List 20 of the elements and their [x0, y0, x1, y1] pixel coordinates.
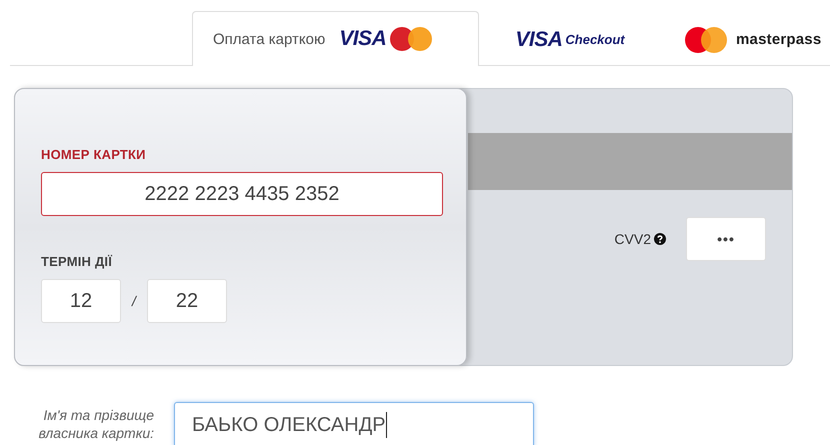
- month-field[interactable]: 12: [41, 279, 121, 323]
- payment-tab[interactable]: VISA Checkout: [479, 12, 661, 66]
- separator: /: [131, 293, 137, 309]
- payment-tab[interactable]: Оплата карткою VISA: [192, 11, 479, 66]
- payment-tab[interactable]: masterpass: [661, 12, 822, 66]
- card-number-field[interactable]: 2222 2223 4435 2352: [41, 172, 443, 216]
- visa-logo: VISA: [339, 27, 386, 51]
- cvv-label: CVV2: [614, 231, 651, 247]
- masterpass-logo: masterpass: [736, 31, 822, 48]
- cvv-field[interactable]: •••: [686, 217, 766, 261]
- holder-name-field[interactable]: БАЬКО ОЛЕКСАНДР: [174, 402, 534, 445]
- help-icon[interactable]: [654, 233, 666, 245]
- expiry-label: ТЕРМІН ДІЇ: [41, 254, 112, 269]
- masterpass-icon: [684, 26, 728, 54]
- card-number-label: НОМЕР КАРТКИ: [41, 147, 146, 162]
- card-brand-icon: [389, 26, 434, 52]
- year-field[interactable]: 22: [147, 279, 227, 323]
- holder-label: Ім'я та прізвище власника картки:: [38, 406, 154, 442]
- checkout-logo-text: Checkout: [565, 32, 625, 47]
- visa-logo: VISA: [515, 28, 562, 52]
